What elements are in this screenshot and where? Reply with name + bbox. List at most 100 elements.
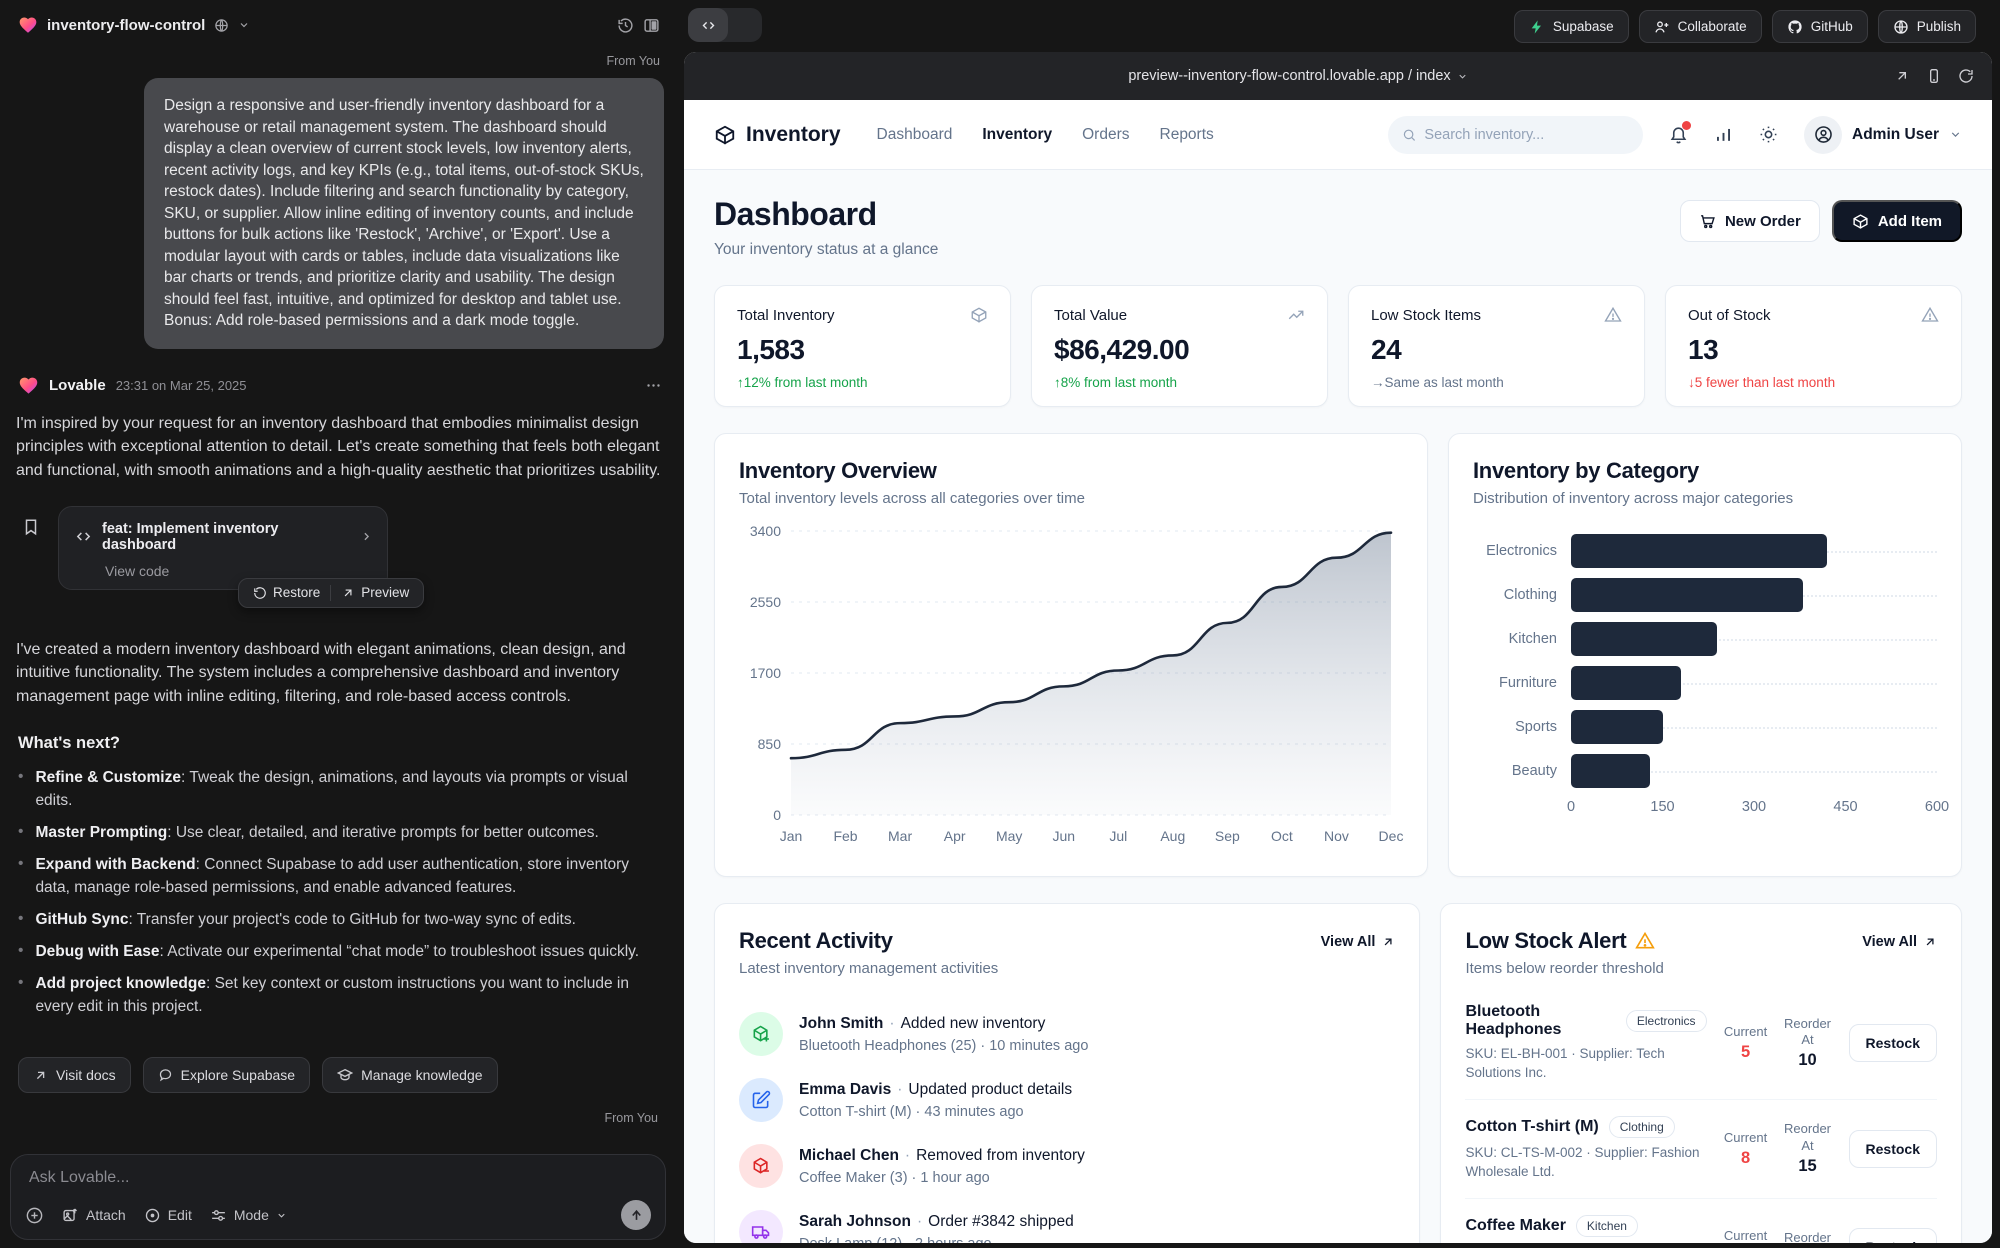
svg-text:2550: 2550 [750, 594, 781, 610]
app-brand[interactable]: Inventory [714, 123, 841, 147]
code-icon [75, 528, 92, 545]
activity-list: John Smith·Added new inventory Bluetooth… [739, 1001, 1395, 1243]
topbar-github-button[interactable]: GitHub [1772, 10, 1868, 43]
category-bar [1571, 754, 1650, 788]
alert-icon [1921, 306, 1939, 324]
tab-inventory[interactable]: Inventory [982, 126, 1052, 144]
chip-explore-supabase[interactable]: Explore Supabase [143, 1057, 310, 1093]
from-you-label: From You [16, 54, 660, 68]
kpi-delta: ↑12% from last month [737, 375, 988, 390]
chevron-right-icon [360, 530, 373, 543]
category-chart-title: Inventory by Category [1473, 458, 1937, 484]
low-stock-alert-card: Low Stock Alert Items below reorder thre… [1440, 903, 1962, 1243]
svg-text:Sep: Sep [1215, 828, 1240, 844]
suggestion-chips: Visit docs Explore Supabase Manage knowl… [18, 1057, 664, 1093]
whats-next-item: • Add project knowledge: Set key context… [18, 973, 664, 1019]
theme-toggle-sun-icon[interactable] [1759, 125, 1778, 144]
tab-dashboard[interactable]: Dashboard [877, 126, 953, 144]
bar-axis-tick: 150 [1650, 799, 1674, 815]
add-attachment-icon[interactable] [25, 1206, 44, 1225]
assistant-intro-text: I'm inspired by your request for an inve… [16, 412, 662, 482]
tab-orders[interactable]: Orders [1082, 126, 1129, 144]
history-icon[interactable] [617, 17, 634, 34]
view-code-link[interactable]: View code [105, 563, 373, 579]
bullet-dot: • [18, 940, 23, 964]
chat-input[interactable]: Ask Lovable... Attach Edit Mode [10, 1154, 666, 1240]
chip-manage-knowledge[interactable]: Manage knowledge [322, 1057, 497, 1093]
restock-button[interactable]: Restock [1849, 1130, 1937, 1168]
topbar-supabase-button[interactable]: Supabase [1514, 10, 1629, 43]
notifications-bell-icon[interactable] [1669, 125, 1688, 144]
app-navbar: Inventory Dashboard Inventory Orders Report… [684, 100, 1992, 170]
restock-button[interactable]: Restock [1849, 1228, 1937, 1243]
category-bar-chart: Electronics Clothing Kitchen Furniture S… [1473, 529, 1937, 793]
send-button[interactable] [621, 1200, 651, 1230]
topbar-actions: Supabase Collaborate GitHub Publish [1514, 10, 1976, 43]
chat-header: inventory-flow-control [0, 0, 680, 50]
warning-triangle-icon [1635, 931, 1655, 951]
topbar-collaborate-button[interactable]: Collaborate [1639, 10, 1762, 43]
restore-button[interactable]: Restore [243, 585, 330, 600]
mode-selector[interactable]: Mode [210, 1207, 287, 1224]
inventory-by-category-card: Inventory by Category Distribution of in… [1448, 433, 1962, 877]
recent-activity-subtitle: Latest inventory management activities [739, 960, 1321, 977]
preview-url: preview--inventory-flow-control.lovable.… [1128, 68, 1450, 84]
charts-row: Inventory Overview Total inventory level… [714, 433, 1962, 877]
category-bar [1571, 666, 1681, 700]
attach-button[interactable]: Attach [62, 1207, 126, 1224]
new-order-button[interactable]: New Order [1680, 200, 1820, 242]
refresh-icon[interactable] [1958, 68, 1974, 84]
preview-button[interactable]: Preview [331, 585, 419, 600]
tab-reports[interactable]: Reports [1160, 126, 1214, 144]
open-external-icon[interactable] [1894, 68, 1910, 84]
user-menu[interactable]: Admin User [1804, 116, 1962, 154]
code-view-toggle[interactable] [688, 8, 762, 42]
kpi-row: Total Inventory 1,583 ↑12% from last mon… [714, 285, 1962, 407]
code-toggle-icon[interactable] [688, 8, 728, 42]
bookmark-icon[interactable] [22, 518, 40, 541]
truck-icon [739, 1210, 783, 1243]
svg-text:850: 850 [758, 736, 782, 752]
add-item-button[interactable]: Add Item [1832, 200, 1962, 242]
restock-button[interactable]: Restock [1849, 1024, 1937, 1062]
bar-row: Furniture [1473, 661, 1937, 705]
whats-next-item: • Refine & Customize: Tweak the design, … [18, 767, 664, 813]
bar-row: Clothing [1473, 573, 1937, 617]
app-nav-links: Dashboard Inventory Orders Reports [877, 126, 1214, 144]
topbar-publish-button[interactable]: Publish [1878, 10, 1976, 43]
analytics-icon[interactable] [1714, 125, 1733, 144]
project-menu-chevron-icon[interactable] [238, 19, 250, 31]
edit-mode-button[interactable]: Edit [144, 1207, 192, 1224]
lovable-heart-logo [18, 15, 38, 35]
kpi-value: 13 [1688, 334, 1939, 366]
preview-url-bar: preview--inventory-flow-control.lovable.… [684, 52, 1992, 100]
page-subtitle: Your inventory status at a glance [714, 241, 938, 259]
category-chart-subtitle: Distribution of inventory across major c… [1473, 490, 1937, 507]
bar-axis-tick: 450 [1833, 799, 1857, 815]
kpi-card: Total Value $86,429.00 ↑8% from last mon… [1031, 285, 1328, 407]
lovable-workspace: inventory-flow-control From You Design a… [0, 0, 2000, 1248]
toggle-sidebar-icon[interactable] [643, 17, 660, 34]
trend-icon [1287, 306, 1305, 324]
from-you-label: From You [16, 1111, 658, 1125]
low-stock-title: Low Stock Alert [1465, 928, 1626, 954]
message-options-icon[interactable] [645, 377, 662, 394]
category-bar [1571, 622, 1717, 656]
alert-icon [1604, 306, 1622, 324]
user-plus-icon [1654, 19, 1670, 35]
search-input[interactable] [1424, 127, 1629, 143]
preview-url-dropdown[interactable]: preview--inventory-flow-control.lovable.… [1128, 68, 1467, 84]
svg-text:Aug: Aug [1160, 828, 1185, 844]
svg-text:Dec: Dec [1379, 828, 1404, 844]
chip-visit-docs[interactable]: Visit docs [18, 1057, 131, 1093]
low-stock-view-all-link[interactable]: View All [1862, 934, 1937, 950]
kpi-delta: ↑8% from last month [1054, 375, 1305, 390]
search-box[interactable] [1388, 116, 1643, 154]
dashboard-content: Dashboard Your inventory status at a gla… [684, 170, 1992, 1243]
commit-title: feat: Implement inventory dashboard [102, 521, 350, 553]
mobile-view-icon[interactable] [1926, 68, 1942, 84]
recent-view-all-link[interactable]: View All [1321, 934, 1396, 950]
category-bar [1571, 534, 1827, 568]
low-stock-row: Cotton T-shirt (M) Clothing SKU: CL-TS-M… [1465, 1100, 1937, 1199]
recent-activity-card: Recent Activity Latest inventory managem… [714, 903, 1420, 1243]
